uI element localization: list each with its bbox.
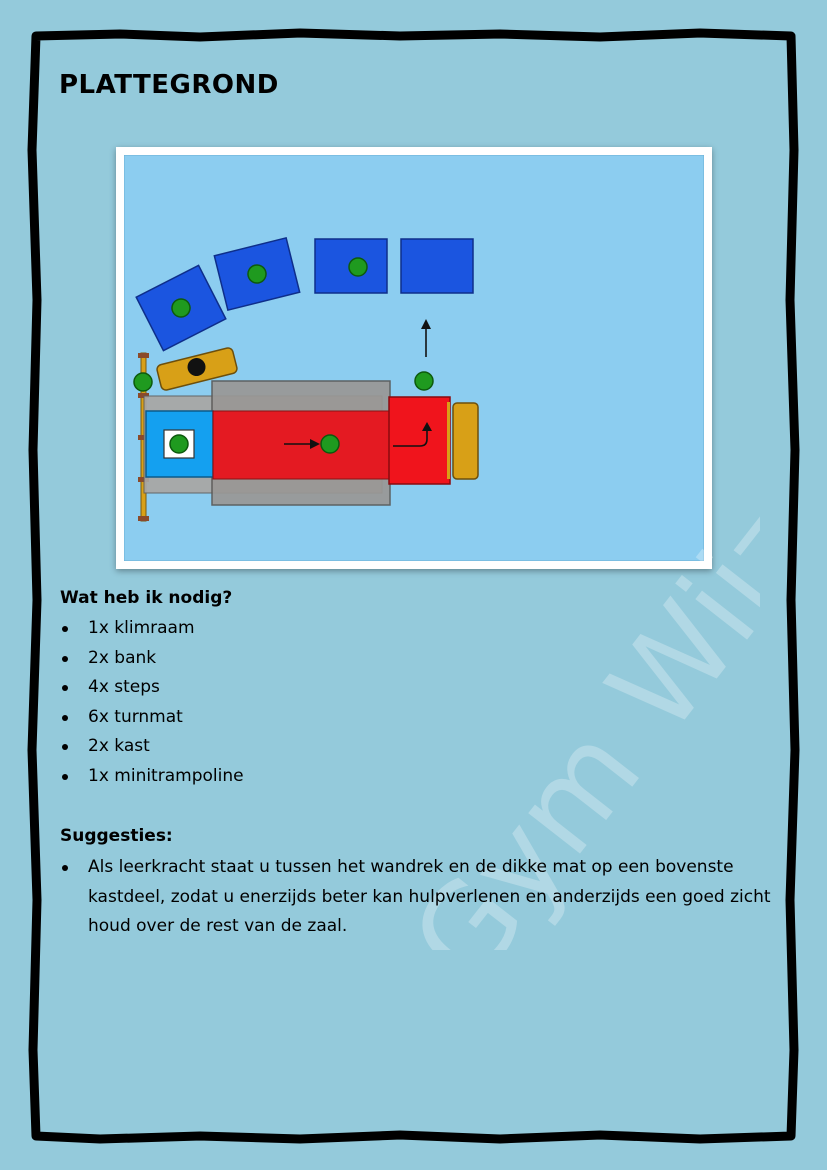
needs-heading: Wat heb ik nodig? [60,588,233,608]
page-title: PLATTEGROND [59,70,279,100]
list-item: 1x klimraam [60,614,244,644]
floor-plan [116,147,712,569]
minitrampoline [145,410,214,478]
list-item: 1x minitrampoline [60,762,244,792]
thick-mat [212,410,392,480]
list-item: Als leerkracht staat u tussen het wandre… [60,853,772,942]
step-3 [314,238,388,294]
vaulting-box [388,396,451,485]
suggestions-heading: Suggesties: [60,826,173,846]
needs-list: 1x klimraam 2x bank 4x steps 6x turnmat … [60,614,244,792]
list-item: 2x kast [60,732,244,762]
list-item: 6x turnmat [60,703,244,733]
suggestions-list: Als leerkracht staat u tussen het wandre… [60,853,772,942]
marker-wall [133,372,153,392]
list-item: 4x steps [60,673,244,703]
marker-mat [320,434,340,454]
list-item: 2x bank [60,644,244,674]
box-edge [447,402,450,479]
bench-end [452,402,479,480]
floor-plan-canvas [124,155,704,561]
marker-start [414,371,434,391]
step-4 [400,238,474,294]
